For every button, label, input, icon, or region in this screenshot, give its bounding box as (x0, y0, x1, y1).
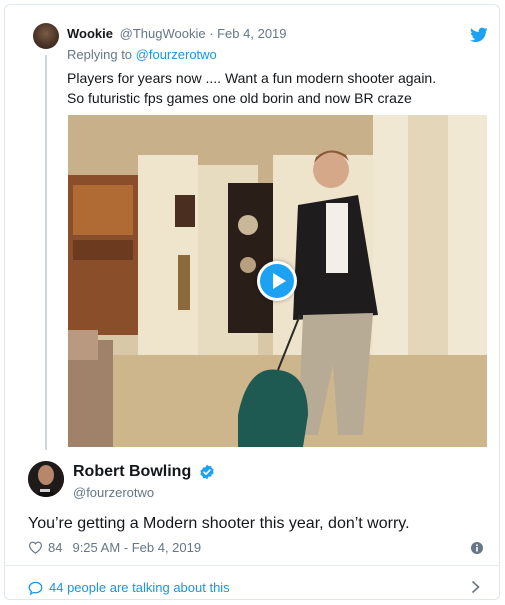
reply-text-line: So futuristic fps games one old borin an… (67, 90, 412, 106)
tweet-text: You’re getting a Modern shooter this yea… (28, 515, 410, 532)
reply-author-meta[interactable]: @ThugWookie · Feb 4, 2019 (120, 26, 287, 41)
talking-text: 44 people are talking about this (49, 580, 230, 595)
play-icon (272, 273, 286, 289)
replying-to: Replying to @fourzerotwo (67, 47, 217, 62)
tweet-meta: 84 9:25 AM - Feb 4, 2019 (28, 540, 201, 555)
avatar[interactable] (33, 23, 59, 49)
gif-media[interactable] (68, 115, 487, 447)
divider (5, 565, 499, 566)
embedded-tweet-card: Wookie @ThugWookie · Feb 4, 2019 Replyin… (4, 4, 500, 600)
like-count[interactable]: 84 (48, 540, 62, 555)
tweet-timestamp[interactable]: 9:25 AM - Feb 4, 2019 (72, 540, 201, 555)
author-handle[interactable]: @fourzerotwo (73, 485, 154, 500)
verified-badge-icon (200, 464, 214, 480)
speech-bubble-icon (28, 581, 43, 595)
avatar[interactable] (28, 461, 64, 497)
reply-author-name[interactable]: Wookie (67, 26, 113, 41)
info-icon[interactable] (471, 542, 483, 554)
avatar-image (28, 461, 64, 497)
replying-to-link[interactable]: @fourzerotwo (136, 47, 217, 62)
conversation-link[interactable]: 44 people are talking about this (28, 580, 230, 595)
reply-header: Wookie @ThugWookie · Feb 4, 2019 (67, 26, 287, 41)
author-name[interactable]: Robert Bowling (73, 463, 191, 481)
play-button[interactable] (257, 261, 297, 301)
thread-line (45, 55, 47, 450)
chevron-right-icon[interactable] (471, 580, 480, 594)
replying-prefix: Replying to (67, 47, 136, 62)
heart-icon[interactable] (28, 541, 43, 554)
twitter-bird-icon[interactable] (470, 27, 488, 43)
reply-tweet-text: Players for years now .... Want a fun mo… (67, 68, 436, 108)
reply-text-line: Players for years now .... Want a fun mo… (67, 70, 437, 86)
